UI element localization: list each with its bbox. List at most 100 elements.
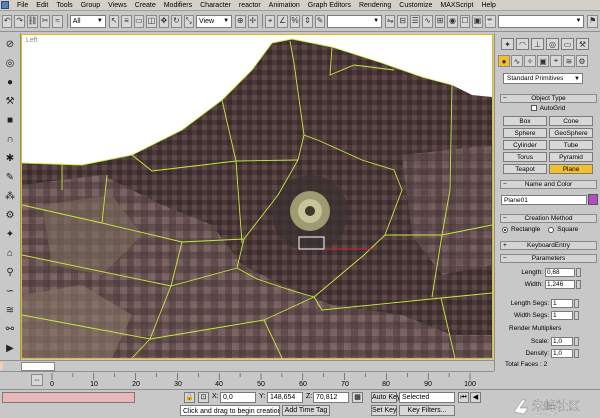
length-segs-field[interactable]: 1	[551, 299, 573, 308]
select-link-icon[interactable]: ⛓	[26, 14, 38, 28]
named-selection-dropdown[interactable]: ▼	[327, 14, 383, 28]
menu-reactor[interactable]: reactor	[235, 0, 265, 11]
app-icon[interactable]	[1, 1, 9, 9]
link-tool-icon[interactable]: ⚯	[3, 322, 17, 336]
schematic-view-icon[interactable]: ⊞	[434, 14, 446, 28]
pivot-center-icon[interactable]: ⊕	[235, 14, 246, 28]
grid-icon[interactable]: ▦	[352, 392, 363, 403]
reference-coordinate-dropdown[interactable]: View ▼	[195, 14, 233, 28]
rotate-tool-icon[interactable]: ◎	[3, 56, 17, 70]
rectangle-radio[interactable]	[502, 226, 508, 233]
systems-subtab-icon[interactable]: ⚙	[576, 55, 588, 67]
menu-file[interactable]: File	[13, 0, 32, 11]
width-segs-spinner[interactable]	[574, 311, 579, 320]
spring-tool-icon[interactable]: ⚲	[3, 265, 17, 279]
quick-render-icon[interactable]: ☕	[484, 14, 496, 28]
length-segs-spinner[interactable]	[574, 299, 579, 308]
edit-named-selection-icon[interactable]: ✎	[314, 14, 326, 28]
teapot-button[interactable]: Teapot	[503, 164, 547, 174]
rectangular-selection-icon[interactable]: ▭	[133, 14, 145, 28]
menu-maxscript[interactable]: MAXScript	[436, 0, 477, 11]
align-icon[interactable]: ⊟	[397, 14, 408, 28]
select-tool-icon[interactable]: ⊘	[3, 37, 17, 51]
time-slider-field[interactable]	[21, 362, 55, 371]
shapes-subtab-icon[interactable]: ∿	[511, 55, 523, 67]
length-spinner[interactable]	[576, 268, 581, 277]
width-field[interactable]: 1,246	[545, 280, 575, 289]
angle-snap-icon[interactable]: ∠	[277, 14, 288, 28]
mirror-icon[interactable]: ⇋	[385, 14, 396, 28]
time-slider-handle[interactable]	[0, 362, 3, 370]
unlink-icon[interactable]: ✂	[39, 14, 51, 28]
maxscript-listener-field[interactable]	[2, 392, 135, 403]
key-filters-button[interactable]: Key Filters...	[399, 405, 455, 416]
selection-filter-dropdown[interactable]: All ▼	[69, 14, 106, 28]
create-tab-icon[interactable]: ✦	[501, 38, 514, 50]
bind-space-warp-icon[interactable]: ≈	[52, 14, 63, 28]
menu-tools[interactable]: Tools	[52, 0, 76, 11]
material-editor-icon[interactable]: ◉	[447, 14, 458, 28]
y-field[interactable]: 148,654	[267, 392, 303, 403]
plane-button[interactable]: Plane	[549, 164, 593, 174]
menu-group[interactable]: Group	[77, 0, 104, 11]
scale-spinner[interactable]	[574, 337, 579, 346]
cone-button[interactable]: Cone	[549, 116, 593, 126]
keyboard-entry-rollout-header[interactable]: + KeyboardEntry	[500, 241, 597, 250]
x-field[interactable]: 0,0	[220, 392, 256, 403]
viewport-label[interactable]: Left	[26, 37, 38, 44]
helpers-subtab-icon[interactable]: ⌖	[550, 55, 562, 67]
previous-frame-icon[interactable]: ◀	[470, 392, 481, 403]
cameras-subtab-icon[interactable]: ▣	[537, 55, 549, 67]
name-color-rollout-header[interactable]: − Name and Color	[500, 180, 597, 189]
motion-tab-icon[interactable]: ◎	[546, 38, 559, 50]
parameters-rollout-header[interactable]: − Parameters	[500, 254, 597, 263]
key-mode-dropdown[interactable]: Selected	[399, 392, 455, 403]
density-field[interactable]: 1,0	[551, 349, 573, 358]
display-tab-icon[interactable]: ▭	[561, 38, 574, 50]
magnet-tool-icon[interactable]: ∩	[3, 132, 17, 146]
render-last-icon[interactable]: ⚑	[587, 14, 598, 28]
go-to-start-icon[interactable]: ⏮	[458, 392, 469, 403]
render-setup-icon[interactable]: ☐	[459, 14, 471, 28]
percent-snap-icon[interactable]: %	[289, 14, 301, 28]
layer-manager-icon[interactable]: ☰	[409, 14, 421, 28]
window-crossing-icon[interactable]: ◫	[146, 14, 157, 28]
auto-key-button[interactable]: Auto Key	[371, 392, 400, 403]
object-name-field[interactable]: Plane01	[501, 195, 587, 205]
geosphere-button[interactable]: GeoSphere	[549, 128, 593, 138]
autogrid-checkbox[interactable]: AutoGrid	[495, 105, 600, 112]
width-spinner[interactable]	[576, 280, 581, 289]
pyramid-button[interactable]: Pyramid	[549, 152, 593, 162]
menu-animation[interactable]: Animation	[265, 0, 304, 11]
menu-views[interactable]: Views	[104, 0, 131, 11]
spinner-snap-icon[interactable]: ⇕	[302, 14, 313, 28]
gear-icon[interactable]: ⚙	[3, 208, 17, 222]
spacewarps-subtab-icon[interactable]: ≋	[563, 55, 575, 67]
box-button[interactable]: Box	[503, 116, 547, 126]
creation-method-rollout-header[interactable]: − Creation Method	[500, 214, 597, 223]
object-color-swatch[interactable]	[588, 194, 598, 205]
select-rotate-icon[interactable]: ↻	[171, 14, 182, 28]
modify-tab-icon[interactable]: ◠	[516, 38, 529, 50]
scale-field[interactable]: 1,0	[551, 337, 573, 346]
snap-toggle-icon[interactable]: ⌖	[264, 14, 276, 28]
menu-create[interactable]: Create	[131, 0, 160, 11]
cylinder-button[interactable]: Cylinder	[503, 140, 547, 150]
sphere-button[interactable]: Sphere	[503, 128, 547, 138]
add-time-tag-button[interactable]: Add Time Tag	[282, 405, 330, 416]
width-segs-field[interactable]: 1	[551, 311, 573, 320]
select-manipulate-icon[interactable]: ✢	[247, 14, 258, 28]
absolute-mode-icon[interactable]: ⊡	[198, 392, 209, 403]
wind-tool-icon[interactable]: ≋	[3, 303, 17, 317]
menu-rendering[interactable]: Rendering	[355, 0, 395, 11]
length-field[interactable]: 0,68	[545, 268, 575, 277]
torus-button[interactable]: Torus	[503, 152, 547, 162]
light-tool-icon[interactable]: ✱	[3, 151, 17, 165]
utilities-tab-icon[interactable]: ⚒	[576, 38, 589, 50]
curve-editor-icon[interactable]: ∿	[422, 14, 433, 28]
select-object-icon[interactable]: ↖	[108, 14, 120, 28]
hierarchy-tab-icon[interactable]: ⊥	[531, 38, 544, 50]
undo-icon[interactable]: ↶	[2, 14, 13, 28]
menu-help[interactable]: Help	[477, 0, 499, 11]
tube-button[interactable]: Tube	[549, 140, 593, 150]
